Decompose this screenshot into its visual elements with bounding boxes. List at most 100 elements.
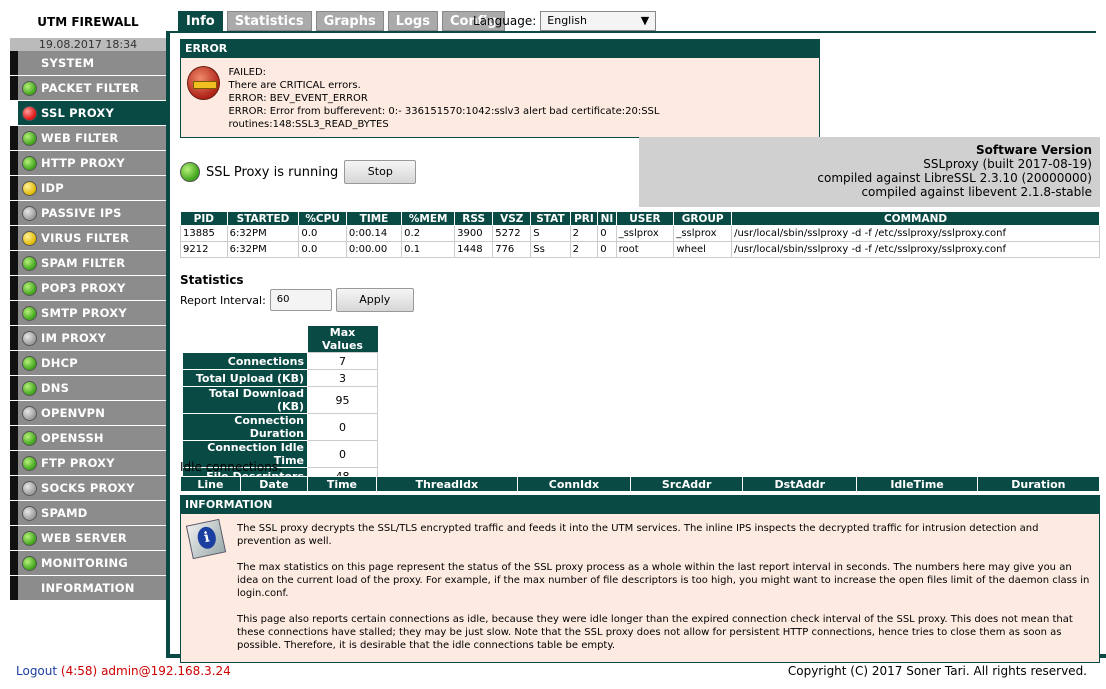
table-cell: 3900	[454, 225, 494, 242]
sidebar-item-system[interactable]: SYSTEM	[10, 51, 166, 76]
status-green-icon	[22, 430, 37, 446]
column-header: TIME	[345, 211, 403, 226]
sidebar-item-ftp-proxy[interactable]: FTP PROXY	[10, 451, 166, 476]
stop-sign-icon	[187, 66, 221, 100]
status-green-icon	[22, 155, 37, 171]
table-row: 9212 6:32PM 0.0 0:00.00 0.1 1448 776 Ss 2 0 root wh…	[180, 241, 1100, 258]
stop-button[interactable]: Stop	[344, 160, 417, 184]
tab-statistics[interactable]: Statistics	[226, 11, 312, 31]
column-header: %MEM	[401, 211, 456, 226]
sidebar-item-pop3-proxy[interactable]: POP3 PROXY	[10, 276, 166, 301]
sidebar-item-web-server[interactable]: WEB SERVER	[10, 526, 166, 551]
max-value: 0	[307, 440, 378, 468]
sidebar-item-im-proxy[interactable]: IM PROXY	[10, 326, 166, 351]
table-row: Total Upload (KB) 3	[182, 369, 378, 387]
running-status: SSL Proxy is running Stop	[180, 160, 417, 184]
idle-connections-heading: Idle connections:	[180, 460, 283, 474]
sidebar-item-dhcp[interactable]: DHCP	[10, 351, 166, 376]
sidebar-item-socks-proxy[interactable]: SOCKS PROXY	[10, 476, 166, 501]
sidebar-item-ssl-proxy[interactable]: SSL PROXY	[10, 101, 166, 126]
status-green-icon	[22, 305, 37, 321]
software-version-line: compiled against libevent 2.1.8-stable	[861, 185, 1092, 199]
sidebar-item-label: SSL PROXY	[41, 106, 115, 120]
status-green-icon	[22, 80, 37, 96]
column-header: VSZ	[492, 211, 532, 226]
table-cell: 9212	[180, 241, 228, 258]
column-header: USER	[615, 211, 675, 226]
information-paragraph: This page also reports certain connectio…	[237, 614, 1073, 651]
sidebar-item-openssh[interactable]: OPENSSH	[10, 426, 166, 451]
sidebar-item-spamd[interactable]: SPAMD	[10, 501, 166, 526]
max-value-label: Connections	[182, 352, 308, 370]
max-value: 3	[307, 369, 378, 387]
table-cell: S	[530, 225, 571, 242]
language-select[interactable]: English ▼	[540, 11, 657, 31]
max-value: 7	[307, 352, 378, 370]
tab-info[interactable]: Info	[178, 11, 223, 31]
sidebar-item-dns[interactable]: DNS	[10, 376, 166, 401]
sidebar-item-label: DNS	[41, 381, 70, 395]
sidebar-item-web-filter[interactable]: WEB FILTER	[10, 126, 166, 151]
process-table: PID STARTED %CPU TIME %MEM RSS VSZ STAT PRI NI USE…	[180, 211, 1100, 258]
sidebar-item-monitoring[interactable]: MONITORING	[10, 551, 166, 576]
table-cell: 0	[597, 225, 617, 242]
tab-graphs[interactable]: Graphs	[315, 11, 384, 31]
report-interval-label: Report Interval:	[180, 293, 266, 307]
sidebar-item-information[interactable]: INFORMATION	[10, 576, 166, 601]
brand-title: UTM FIREWALL	[37, 15, 139, 29]
status-green-icon	[22, 355, 37, 371]
status-grey-icon	[22, 505, 37, 521]
sidebar-item-openvpn[interactable]: OPENVPN	[10, 401, 166, 426]
max-value-label: Connection Duration	[182, 413, 308, 441]
status-green-icon	[22, 530, 37, 546]
tab-logs[interactable]: Logs	[387, 11, 438, 31]
error-box: ERROR FAILED: There are CRITICAL errors.…	[180, 39, 820, 138]
sidebar-item-spam-filter[interactable]: SPAM FILTER	[10, 251, 166, 276]
column-header: ConnIdx	[516, 476, 632, 492]
logout-link[interactable]: Logout	[16, 664, 57, 678]
column-header: %CPU	[298, 211, 347, 226]
status-green-icon	[22, 555, 37, 571]
sidebar-item-label: IM PROXY	[41, 331, 107, 345]
column-header: PRI	[569, 211, 599, 226]
error-line: There are CRITICAL errors.	[228, 80, 361, 91]
error-line: FAILED:	[228, 67, 267, 78]
sidebar-item-virus-filter[interactable]: VIRUS FILTER	[10, 226, 166, 251]
sidebar-item-passive-ips[interactable]: PASSIVE IPS	[10, 201, 166, 226]
status-grey-icon	[22, 330, 37, 346]
apply-button[interactable]: Apply	[335, 288, 414, 312]
sidebar-item-label: SYSTEM	[41, 56, 95, 70]
sidebar-item-smtp-proxy[interactable]: SMTP PROXY	[10, 301, 166, 326]
table-cell: 0.0	[298, 241, 347, 258]
report-interval-row: Report Interval: 60 Apply	[180, 288, 414, 312]
software-version-line: compiled against LibreSSL 2.3.10 (200000…	[817, 171, 1092, 185]
table-cell: 2	[569, 241, 599, 258]
information-title: INFORMATION	[181, 496, 1099, 514]
sidebar-item-packet-filter[interactable]: PACKET FILTER	[10, 76, 166, 101]
statistics-heading: Statistics	[180, 273, 244, 287]
language-label: Language:	[473, 14, 537, 28]
table-cell: 13885	[180, 225, 228, 242]
column-header: Line	[180, 476, 241, 492]
sidebar-item-label: SPAMD	[41, 506, 88, 520]
column-header: Time	[306, 476, 377, 492]
sidebar-item-http-proxy[interactable]: HTTP PROXY	[10, 151, 166, 176]
session-user: admin@192.168.3.24	[101, 664, 231, 678]
software-version-box: Software Version SSLproxy (built 2017-08…	[639, 137, 1100, 207]
column-header: Date	[239, 476, 308, 492]
error-line: ERROR: Error from bufferevent: 0:- 33615…	[228, 106, 660, 130]
table-row: 13885 6:32PM 0.0 0:00.14 0.2 3900 5272 S 2 0 _sslp…	[180, 225, 1100, 242]
table-cell: 0	[597, 241, 617, 258]
max-value: 95	[307, 386, 378, 414]
sidebar-item-label: SPAM FILTER	[41, 256, 126, 270]
report-interval-input[interactable]: 60	[269, 289, 332, 311]
sidebar-item-idp[interactable]: IDP	[10, 176, 166, 201]
status-grey-icon	[22, 480, 37, 496]
column-header: IdleTime	[856, 476, 978, 492]
error-text: FAILED: There are CRITICAL errors. ERROR…	[228, 66, 813, 131]
sidebar-item-label: VIRUS FILTER	[41, 231, 130, 245]
max-value: 0	[307, 413, 378, 441]
sidebar-item-label: OPENSSH	[41, 431, 104, 445]
sidebar: 19.08.2017 18:34 SYSTEM PACKET FILTER SSL …	[10, 38, 166, 601]
language-selector: Language: English ▼	[473, 11, 657, 31]
